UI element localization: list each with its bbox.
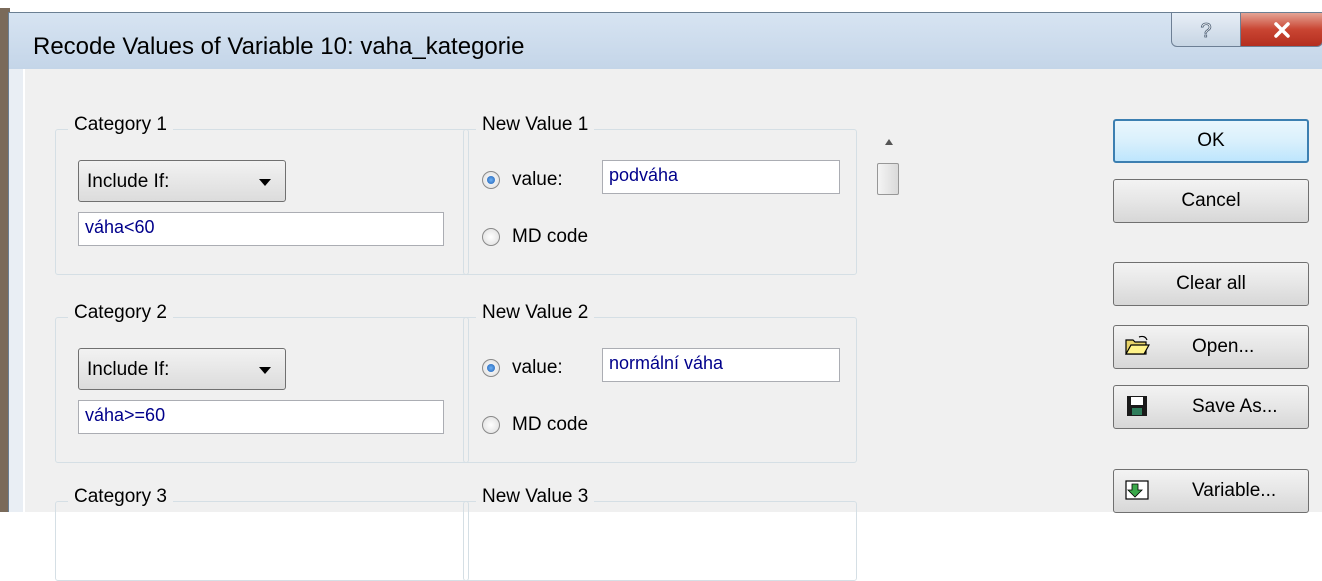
vertical-scrollbar[interactable] — [875, 129, 905, 569]
new-value-1-group: New Value 1 value: podváha MD code — [463, 114, 857, 275]
new-value-2-value-input[interactable]: normální váha — [602, 348, 840, 382]
new-value-1-value-input[interactable]: podváha — [602, 160, 840, 194]
save-as-button-label: Save As... — [1192, 396, 1278, 417]
new-value-2-md-code-radio[interactable]: MD code — [482, 412, 588, 438]
new-value-1-label: New Value 1 — [476, 114, 595, 136]
title-bar[interactable]: Recode Values of Variable 10: vaha_kateg… — [9, 13, 1322, 69]
new-value-3-label: New Value 3 — [476, 486, 595, 508]
category-2-condition-value: Include If: — [87, 359, 170, 380]
category-1-group: Category 1 Include If: váha<60 — [55, 114, 469, 275]
new-value-3-group: New Value 3 — [463, 486, 857, 581]
cancel-button[interactable]: Cancel — [1113, 179, 1309, 223]
category-3-label: Category 3 — [68, 486, 173, 508]
open-folder-icon — [1124, 335, 1150, 355]
radio-unchecked-icon — [482, 416, 500, 434]
close-button[interactable] — [1240, 13, 1322, 47]
category-1-label: Category 1 — [68, 114, 173, 136]
category-2-expression-input[interactable]: váha>=60 — [78, 400, 444, 434]
category-1-condition-dropdown[interactable]: Include If: — [78, 160, 286, 202]
variable-import-icon — [1125, 480, 1149, 500]
new-value-1-md-option: MD code — [512, 226, 589, 247]
svg-text:?: ? — [1200, 20, 1211, 41]
ok-button[interactable]: OK — [1113, 119, 1309, 163]
new-value-2-value-option: value: — [512, 357, 563, 378]
category-2-group: Category 2 Include If: váha>=60 — [55, 302, 469, 463]
new-value-2-label: New Value 2 — [476, 302, 595, 324]
scroll-up-arrow-icon[interactable] — [885, 139, 893, 145]
new-value-1-value-radio[interactable]: value: — [482, 167, 563, 193]
category-2-label: Category 2 — [68, 302, 173, 324]
category-1-condition-value: Include If: — [87, 171, 170, 192]
scrollbar-thumb[interactable] — [877, 163, 899, 195]
open-button-label: Open... — [1192, 336, 1255, 357]
radio-checked-icon — [482, 171, 500, 189]
chevron-down-icon — [259, 179, 271, 186]
help-button[interactable]: ? — [1171, 13, 1241, 47]
category-3-group: Category 3 — [55, 486, 469, 581]
open-button[interactable]: Open... — [1113, 325, 1309, 369]
question-mark-icon: ? — [1200, 19, 1212, 41]
category-2-condition-dropdown[interactable]: Include If: — [78, 348, 286, 390]
close-icon — [1273, 21, 1290, 38]
new-value-1-md-code-radio[interactable]: MD code — [482, 224, 588, 250]
clear-all-button[interactable]: Clear all — [1113, 262, 1309, 306]
dialog-title: Recode Values of Variable 10: vaha_kateg… — [33, 33, 525, 60]
new-value-2-group: New Value 2 value: normální váha MD code — [463, 302, 857, 463]
new-value-2-md-option: MD code — [512, 414, 589, 435]
floppy-disk-icon — [1127, 396, 1147, 416]
chevron-down-icon — [259, 367, 271, 374]
variable-button[interactable]: Variable... — [1113, 469, 1309, 513]
category-1-expression-input[interactable]: váha<60 — [78, 212, 444, 246]
save-as-button[interactable]: Save As... — [1113, 385, 1309, 429]
variable-button-label: Variable... — [1192, 480, 1277, 501]
new-value-1-value-option: value: — [512, 169, 563, 190]
recode-values-dialog: Recode Values of Variable 10: vaha_kateg… — [8, 12, 1322, 581]
radio-unchecked-icon — [482, 228, 500, 246]
background-top — [0, 0, 1322, 8]
radio-checked-icon — [482, 359, 500, 377]
new-value-2-value-radio[interactable]: value: — [482, 355, 563, 381]
